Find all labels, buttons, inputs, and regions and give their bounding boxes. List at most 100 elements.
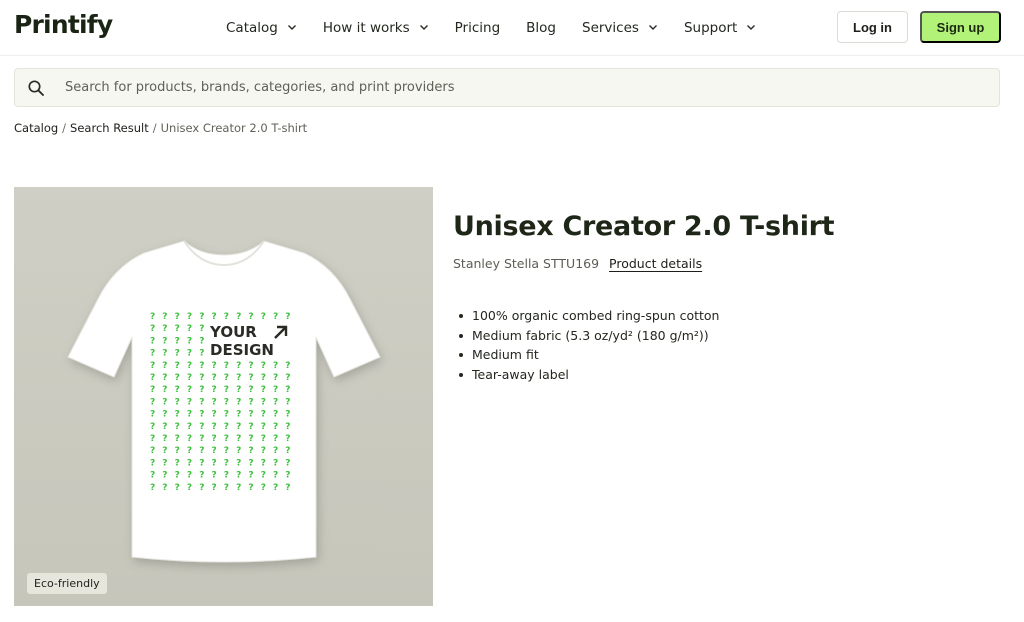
svg-text:?: ? xyxy=(175,446,180,456)
svg-text:?: ? xyxy=(199,434,204,444)
design-text-design: DESIGN xyxy=(210,341,274,359)
product-image[interactable]: ????????????????????????????????????????… xyxy=(14,187,433,606)
search-icon xyxy=(28,79,44,96)
nav-pricing[interactable]: Pricing xyxy=(455,20,501,36)
svg-text:?: ? xyxy=(285,422,290,432)
svg-text:?: ? xyxy=(224,434,229,444)
signup-button[interactable]: Sign up xyxy=(920,11,1001,43)
svg-text:?: ? xyxy=(212,410,217,420)
tshirt-mockup: ????????????????????????????????????????… xyxy=(14,187,433,606)
svg-text:?: ? xyxy=(175,483,180,493)
nav-how-it-works[interactable]: How it works xyxy=(323,20,429,36)
svg-text:?: ? xyxy=(199,361,204,371)
svg-text:?: ? xyxy=(224,361,229,371)
nav-blog[interactable]: Blog xyxy=(526,20,556,36)
search-bar xyxy=(14,68,1000,107)
svg-text:?: ? xyxy=(150,434,155,444)
nav-blog-label: Blog xyxy=(526,20,556,36)
svg-text:?: ? xyxy=(175,471,180,481)
svg-text:?: ? xyxy=(162,349,167,359)
svg-text:?: ? xyxy=(224,410,229,420)
svg-text:?: ? xyxy=(150,361,155,371)
svg-text:?: ? xyxy=(199,410,204,420)
svg-text:?: ? xyxy=(199,349,204,359)
svg-text:?: ? xyxy=(175,373,180,383)
svg-text:?: ? xyxy=(150,324,155,334)
svg-text:?: ? xyxy=(261,483,266,493)
svg-text:?: ? xyxy=(162,312,167,322)
svg-text:?: ? xyxy=(150,385,155,395)
svg-text:?: ? xyxy=(162,336,167,346)
svg-text:?: ? xyxy=(248,312,253,322)
svg-text:?: ? xyxy=(175,349,180,359)
svg-text:?: ? xyxy=(162,397,167,407)
breadcrumb-catalog[interactable]: Catalog xyxy=(14,121,58,135)
svg-text:?: ? xyxy=(224,397,229,407)
nav-services[interactable]: Services xyxy=(582,20,658,36)
svg-text:?: ? xyxy=(187,373,192,383)
svg-text:?: ? xyxy=(212,434,217,444)
svg-text:?: ? xyxy=(175,397,180,407)
svg-text:?: ? xyxy=(187,385,192,395)
nav-catalog[interactable]: Catalog xyxy=(226,20,297,36)
svg-text:?: ? xyxy=(248,446,253,456)
svg-text:?: ? xyxy=(261,434,266,444)
nav-services-label: Services xyxy=(582,20,639,36)
svg-text:?: ? xyxy=(150,373,155,383)
svg-text:?: ? xyxy=(248,434,253,444)
svg-text:?: ? xyxy=(236,446,241,456)
svg-text:?: ? xyxy=(273,471,278,481)
svg-text:?: ? xyxy=(187,324,192,334)
svg-text:?: ? xyxy=(175,410,180,420)
feature-item: 100% organic combed ring-spun cotton xyxy=(458,306,719,326)
svg-text:?: ? xyxy=(199,385,204,395)
svg-text:?: ? xyxy=(199,312,204,322)
svg-text:?: ? xyxy=(187,458,192,468)
feature-item: Medium fit xyxy=(458,345,719,365)
product-details-link[interactable]: Product details xyxy=(609,256,702,271)
svg-text:?: ? xyxy=(150,410,155,420)
printify-logo[interactable]: Printify xyxy=(14,10,113,39)
svg-text:?: ? xyxy=(162,446,167,456)
breadcrumb-current: Unisex Creator 2.0 T-shirt xyxy=(160,121,308,135)
product-brand-model: Stanley Stella STTU169 xyxy=(453,256,600,271)
svg-text:?: ? xyxy=(285,458,290,468)
feature-item: Medium fabric (5.3 oz/yd² (180 g/m²)) xyxy=(458,326,719,346)
svg-text:?: ? xyxy=(236,361,241,371)
svg-text:?: ? xyxy=(187,312,192,322)
svg-text:?: ? xyxy=(224,422,229,432)
svg-text:?: ? xyxy=(248,373,253,383)
chevron-down-icon xyxy=(648,25,657,30)
svg-text:?: ? xyxy=(273,446,278,456)
login-button[interactable]: Log in xyxy=(837,11,908,43)
breadcrumb-search-result[interactable]: Search Result xyxy=(70,121,149,135)
svg-text:?: ? xyxy=(273,361,278,371)
svg-text:?: ? xyxy=(273,312,278,322)
svg-text:?: ? xyxy=(175,385,180,395)
svg-text:?: ? xyxy=(150,422,155,432)
svg-text:?: ? xyxy=(199,458,204,468)
svg-text:?: ? xyxy=(261,458,266,468)
svg-text:?: ? xyxy=(212,446,217,456)
svg-text:?: ? xyxy=(261,446,266,456)
svg-text:?: ? xyxy=(199,324,204,334)
svg-text:?: ? xyxy=(248,471,253,481)
svg-text:?: ? xyxy=(273,373,278,383)
chevron-down-icon xyxy=(747,25,756,30)
svg-text:?: ? xyxy=(224,373,229,383)
search-input[interactable] xyxy=(65,80,965,95)
svg-text:?: ? xyxy=(261,385,266,395)
svg-text:?: ? xyxy=(261,422,266,432)
svg-text:?: ? xyxy=(261,361,266,371)
svg-text:?: ? xyxy=(187,410,192,420)
svg-text:?: ? xyxy=(212,373,217,383)
site-header: Printify Catalog How it works Pricing Bl… xyxy=(0,0,1024,56)
svg-text:?: ? xyxy=(150,397,155,407)
nav-how-it-works-label: How it works xyxy=(322,20,410,36)
svg-text:?: ? xyxy=(162,324,167,334)
nav-support[interactable]: Support xyxy=(684,20,756,36)
svg-text:?: ? xyxy=(187,397,192,407)
svg-text:?: ? xyxy=(261,471,266,481)
svg-text:?: ? xyxy=(285,312,290,322)
breadcrumb-separator: / xyxy=(152,121,157,135)
